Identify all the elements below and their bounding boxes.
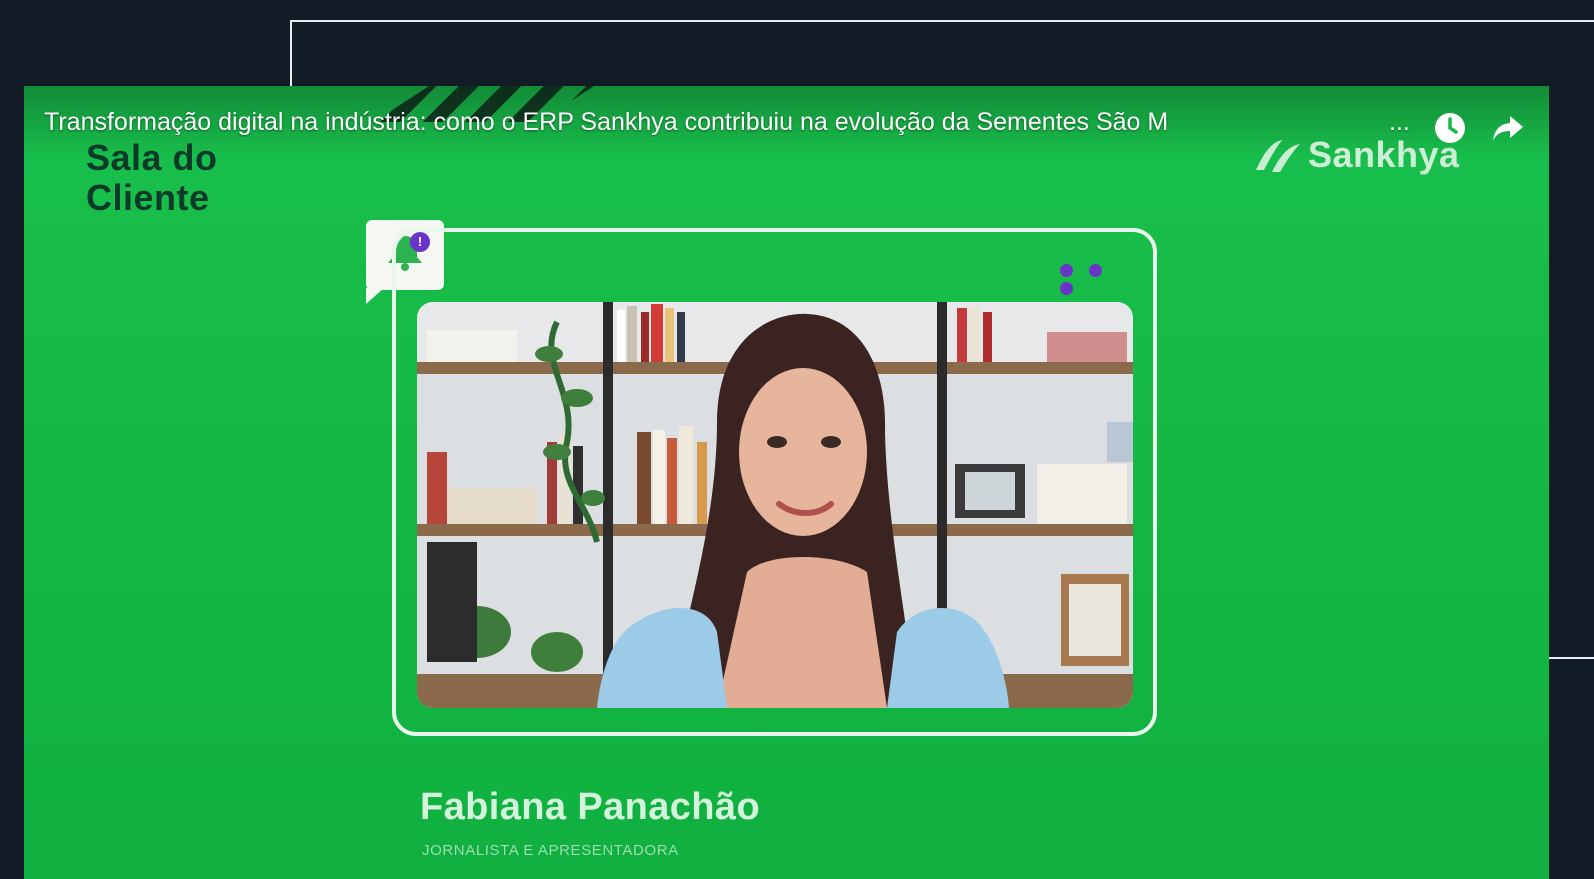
video-title-ellipsis: ...	[1389, 108, 1410, 136]
watch-later-button[interactable]	[1432, 110, 1468, 146]
presenter-video-feed	[417, 302, 1133, 708]
window-dots-icon	[1060, 264, 1140, 295]
presenter-scene	[417, 302, 1133, 708]
video-title[interactable]: Transformação digital na indústria: como…	[44, 108, 1399, 137]
decor-frame-right	[1549, 657, 1594, 659]
video-player[interactable]: Sala do Cliente Sankhya Transformação di…	[24, 86, 1549, 879]
speaker-role: JORNALISTA E APRESENTADORA	[422, 842, 679, 859]
decor-frame-top	[290, 20, 1594, 22]
clock-icon	[1435, 113, 1465, 143]
decor-frame-left	[290, 20, 292, 90]
share-button[interactable]	[1490, 110, 1526, 146]
show-title: Sala do Cliente	[86, 138, 218, 218]
sankhya-logo-icon	[1256, 140, 1300, 172]
speaker-name: Fabiana Panachão	[420, 786, 761, 828]
show-title-line1: Sala do	[86, 137, 218, 178]
share-arrow-icon	[1493, 116, 1523, 141]
show-title-line2: Cliente	[86, 177, 210, 218]
